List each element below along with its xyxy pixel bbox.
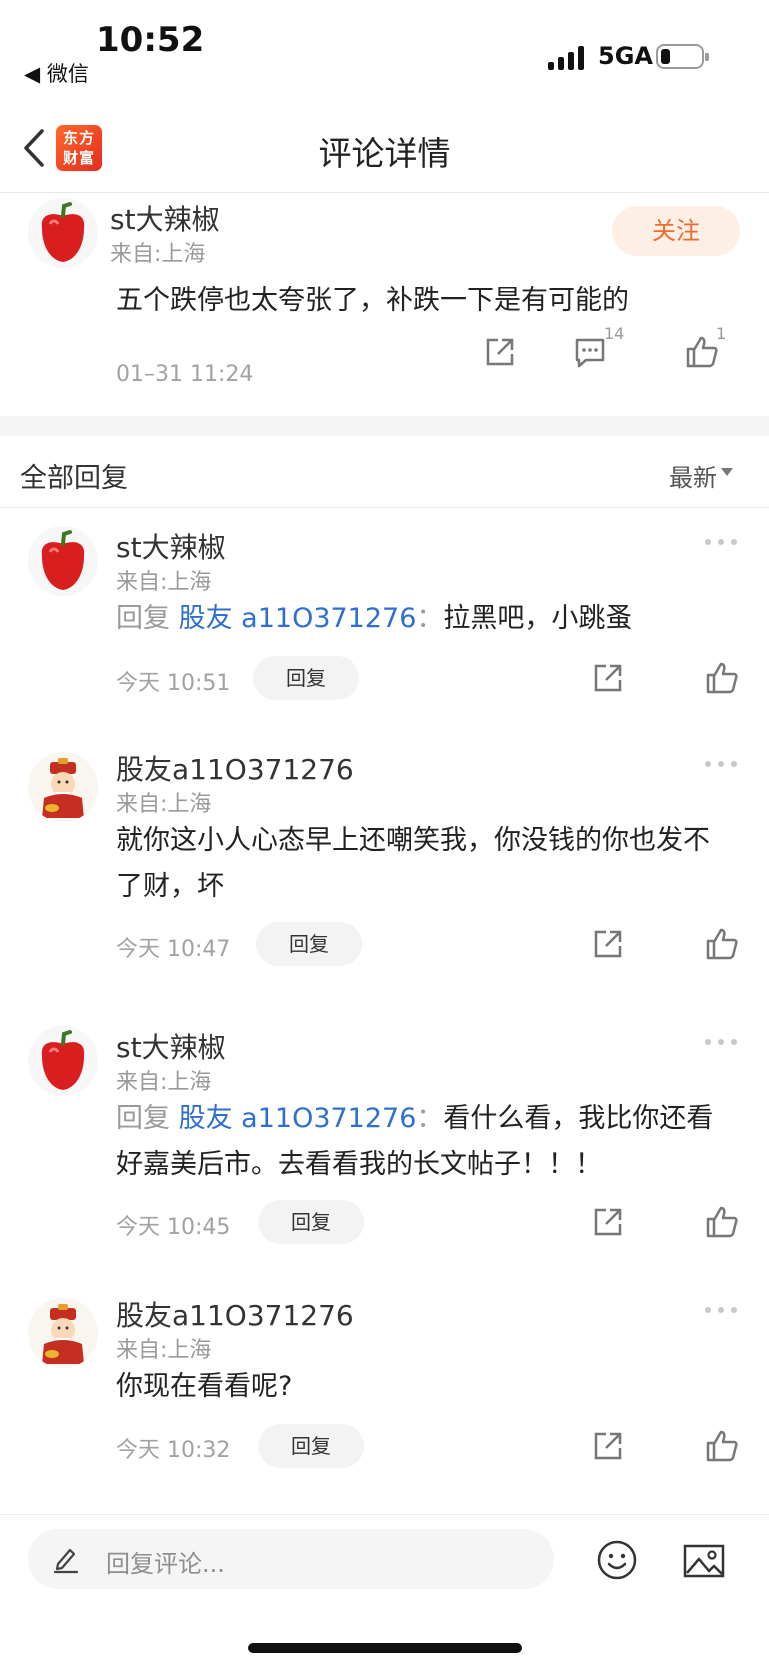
reply-item: st大辣椒 来自:上海 回复 股友 a11O371276：拉黑吧，小跳蚤 今天 … xyxy=(0,512,769,708)
more-options-icon[interactable] xyxy=(705,1304,737,1316)
reply-button[interactable]: 回复 xyxy=(258,1200,364,1244)
home-indicator[interactable] xyxy=(248,1643,522,1653)
comment-time: 01–31 11:24 xyxy=(116,362,254,387)
reply-time: 今天 10:32 xyxy=(116,1438,231,1463)
like-count: 1 xyxy=(716,324,727,343)
pepper-avatar-icon xyxy=(28,526,98,596)
location: 来自:上海 xyxy=(116,1338,212,1363)
pepper-avatar-icon xyxy=(28,198,98,268)
reply-button[interactable]: 回复 xyxy=(256,922,362,966)
share-icon[interactable] xyxy=(590,1204,626,1240)
replies-title: 全部回复 xyxy=(20,463,128,494)
more-options-icon[interactable] xyxy=(705,536,737,548)
reply-text: 你现在看看呢? xyxy=(116,1364,736,1410)
reply-item: 股友a11O371276 来自:上海 就你这小人心态早上还嘲笑我，你没钱的你也发… xyxy=(0,738,769,988)
reply-prefix: 回复 xyxy=(116,603,179,634)
comment-count: 14 xyxy=(604,324,625,343)
share-icon[interactable] xyxy=(590,660,626,696)
nav-bar: 东方 财富 评论详情 xyxy=(0,105,769,193)
reply-separator: ： xyxy=(416,603,444,634)
share-icon[interactable] xyxy=(590,926,626,962)
bottom-bar: 回复评论... xyxy=(0,1514,769,1665)
comment-text: 五个跌停也太夸张了，补跌一下是有可能的 xyxy=(116,285,629,316)
section-divider xyxy=(0,416,769,436)
reply-body: 就你这小人心态早上还嘲笑我，你没钱的你也发不了财，坏 xyxy=(116,825,710,902)
like-icon[interactable] xyxy=(704,660,740,696)
reply-prefix: 回复 xyxy=(116,1103,179,1134)
avatar[interactable] xyxy=(28,1298,98,1368)
emoji-icon[interactable] xyxy=(596,1539,638,1581)
network-label: 5GA xyxy=(598,42,653,70)
more-options-icon[interactable] xyxy=(705,758,737,770)
username[interactable]: st大辣椒 xyxy=(110,198,220,238)
signal-icon xyxy=(548,44,588,70)
reply-text: 回复 股友 a11O371276：拉黑吧，小跳蚤 xyxy=(116,596,736,642)
location: 来自:上海 xyxy=(110,242,206,267)
pencil-icon xyxy=(53,1548,79,1574)
sort-dropdown[interactable]: 最新 xyxy=(669,458,717,493)
reply-text: 就你这小人心态早上还嘲笑我，你没钱的你也发不了财，坏 xyxy=(116,818,736,910)
reply-button[interactable]: 回复 xyxy=(253,656,359,700)
reply-time: 今天 10:47 xyxy=(116,937,231,962)
reply-input-placeholder: 回复评论... xyxy=(106,1550,225,1578)
reply-body: 拉黑吧，小跳蚤 xyxy=(443,603,633,634)
share-icon[interactable] xyxy=(482,334,518,370)
fortune-god-avatar-icon xyxy=(28,1298,98,1368)
reply-separator: ： xyxy=(416,1103,444,1134)
fortune-god-avatar-icon xyxy=(28,752,98,822)
replies-header: 全部回复 最新 xyxy=(0,436,769,508)
avatar[interactable] xyxy=(28,198,98,268)
mention-link[interactable]: 股友 a11O371276 xyxy=(179,603,417,634)
more-options-icon[interactable] xyxy=(705,1036,737,1048)
mention-link[interactable]: 股友 a11O371276 xyxy=(179,1103,417,1134)
share-icon[interactable] xyxy=(590,1428,626,1464)
like-icon[interactable] xyxy=(704,1428,740,1464)
reply-text: 回复 股友 a11O371276：看什么看，我比你还看好嘉美后市。去看看我的长文… xyxy=(116,1096,736,1188)
status-bar: 10:52 ◀ 微信 5GA xyxy=(0,0,769,95)
username[interactable]: st大辣椒 xyxy=(116,526,226,566)
reply-time: 今天 10:51 xyxy=(116,671,231,696)
comment-icon[interactable] xyxy=(572,334,608,370)
like-icon[interactable] xyxy=(684,334,720,370)
location: 来自:上海 xyxy=(116,570,212,595)
main-comment: st大辣椒 来自:上海 关注 五个跌停也太夸张了，补跌一下是有可能的 01–31… xyxy=(0,194,769,416)
username[interactable]: st大辣椒 xyxy=(116,1026,226,1066)
clock: 10:52 xyxy=(96,20,205,60)
reply-body: 你现在看看呢? xyxy=(116,1371,293,1402)
like-icon[interactable] xyxy=(704,926,740,962)
pepper-avatar-icon xyxy=(28,1026,98,1096)
username[interactable]: 股友a11O371276 xyxy=(116,1294,354,1334)
avatar[interactable] xyxy=(28,526,98,596)
like-icon[interactable] xyxy=(704,1204,740,1240)
back-to-wechat-link[interactable]: ◀ 微信 xyxy=(24,58,89,88)
follow-button[interactable]: 关注 xyxy=(612,206,740,256)
avatar[interactable] xyxy=(28,752,98,822)
location: 来自:上海 xyxy=(116,1070,212,1095)
reply-time: 今天 10:45 xyxy=(116,1215,231,1240)
caret-down-icon[interactable] xyxy=(721,468,733,476)
reply-item: st大辣椒 来自:上海 回复 股友 a11O371276：看什么看，我比你还看好… xyxy=(0,1022,769,1272)
reply-item: 股友a11O371276 来自:上海 你现在看看呢? 今天 10:32 回复 xyxy=(0,1290,769,1510)
username[interactable]: 股友a11O371276 xyxy=(116,748,354,788)
location: 来自:上海 xyxy=(116,792,212,817)
image-icon[interactable] xyxy=(682,1543,726,1579)
reply-button[interactable]: 回复 xyxy=(258,1424,364,1468)
reply-input[interactable]: 回复评论... xyxy=(28,1529,554,1589)
page-title: 评论详情 xyxy=(318,134,451,173)
avatar[interactable] xyxy=(28,1026,98,1096)
battery-icon xyxy=(656,44,709,69)
